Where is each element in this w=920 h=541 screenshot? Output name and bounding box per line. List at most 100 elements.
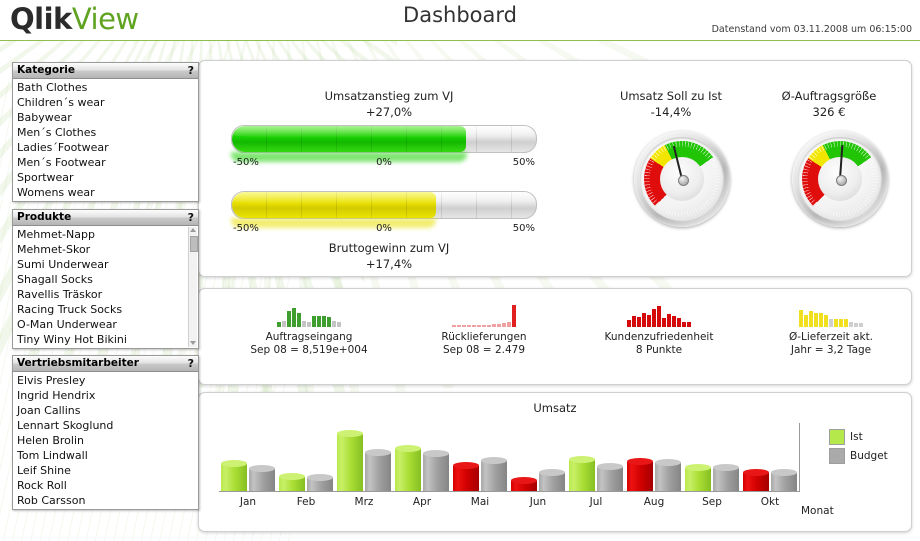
chart-bar-budget[interactable] [365,449,391,491]
list-item[interactable]: Mehmet-Skor [13,242,198,257]
help-icon[interactable]: ? [188,210,194,225]
auftragsgroesse-gauge[interactable] [792,131,888,227]
list-item[interactable]: Tiny Winy Hot Bikini [13,332,198,347]
chart-x-axis [219,491,799,492]
chart-bar-ist[interactable] [279,473,305,491]
bar-body [221,464,247,491]
chart-bar-budget[interactable] [481,457,507,491]
chart-bar-budget[interactable] [423,450,449,491]
scale-min-label: -50% [233,223,259,234]
list-item[interactable]: Children´s wear [13,95,198,110]
umsatz-soll-ist-gauge[interactable] [634,131,730,227]
list-item[interactable]: Helen Brolin [13,433,198,448]
legend-label: Ist [850,431,863,443]
list-item[interactable]: Men´s Clothes [13,125,198,140]
umsatzanstieg-bargauge[interactable]: -50% 0% 50% [231,125,537,170]
chart-bar-ist[interactable] [743,469,769,491]
list-item[interactable]: Men´s Footwear [13,155,198,170]
sparkline-block[interactable]: Auftragseingang Sep 08 = 8,519e+004 [229,301,389,357]
help-icon[interactable]: ? [188,63,194,78]
scroll-down-icon[interactable] [189,340,197,347]
list-item[interactable]: Racing Truck Socks [13,302,198,317]
sparkline-bar [824,315,828,327]
sparkline-bar [492,324,496,327]
list-item[interactable]: Babywear [13,110,198,125]
chart-bar-ist[interactable] [511,477,537,491]
sparkline-bar [327,317,331,327]
sparkline-subtitle: Sep 08 = 8,519e+004 [250,344,368,356]
legend-item[interactable]: Budget [829,448,888,464]
help-icon[interactable]: ? [188,356,194,371]
list-item[interactable]: Ingrid Hendrix [13,388,198,403]
list-item[interactable]: Rock Roll [13,478,198,493]
listbox-header-vertriebsmitarbeiter[interactable]: Vertriebsmitarbeiter? [13,356,198,372]
chart-bar-ist[interactable] [453,462,479,491]
list-item[interactable]: Ladies´Footwear [13,140,198,155]
list-item[interactable]: Mehmet-Napp [13,227,198,242]
sparkline-block[interactable]: Kundenzufriedenheit 8 Punkte [579,301,739,357]
chart-plot-area[interactable]: Jan Feb Mrz Apr Mai Jun Jul Aug Sep Okt [219,419,800,519]
list-item[interactable]: Elvis Presley [13,373,198,388]
sparkline-subtitle: Sep 08 = 2.479 [442,344,526,356]
sparkline-block[interactable]: Ø-Lieferzeit akt. Jahr = 3,2 Tage [751,301,911,357]
list-item[interactable]: Tom Lindwall [13,448,198,463]
listbox-scrollbar[interactable] [188,227,198,347]
chart-bar-budget[interactable] [249,465,275,491]
list-item[interactable]: Leif Shine [13,463,198,478]
scroll-up-icon[interactable] [189,227,197,234]
listbox-body: Elvis Presley Ingrid Hendrix Joan Callins L… [13,372,198,509]
chart-bar-budget[interactable] [597,463,623,491]
list-item[interactable]: Sportwear [13,170,198,185]
sparkline-bar [477,325,481,327]
chart-bar-budget[interactable] [771,469,797,491]
sparkline-block[interactable]: Rücklieferungen Sep 08 = 2.479 [404,301,564,357]
chart-bar-budget[interactable] [713,464,739,491]
list-item[interactable]: O-Man Underwear [13,317,198,332]
scrollbar-thumb[interactable] [190,236,198,252]
list-item[interactable]: Joan Callins [13,403,198,418]
list-item[interactable]: Ravellis Träskor [13,287,198,302]
list-item[interactable]: Shagall Socks [13,272,198,287]
bargauge-scale: -50% 0% 50% [231,157,537,170]
chart-xtick-feb: Feb [296,496,316,508]
list-item[interactable]: Rob Carsson [13,493,198,508]
list-item[interactable]: Sumi Underwear [13,257,198,272]
sparkline-bar [859,323,863,327]
bar-top-cap [511,477,537,484]
bar-top-cap [569,456,595,463]
chart-bar-ist[interactable] [221,460,247,491]
list-item[interactable]: Womens wear [13,185,198,200]
bar-top-cap [337,430,363,437]
sparkline-bar [497,324,501,327]
chart-bar-budget[interactable] [539,469,565,491]
sparkline-bar [487,325,491,327]
bar-body [395,449,421,491]
bruttogewinn-bargauge[interactable]: -50% 0% 50% [231,191,537,236]
list-item[interactable]: Bath Clothes [13,80,198,95]
chart-bar-budget[interactable] [307,474,333,491]
legend-item[interactable]: Ist [829,429,888,445]
sparkline-bar [502,323,506,327]
bar-body [249,469,275,491]
sparkline-bar [312,316,316,327]
chart-bar-ist[interactable] [395,445,421,491]
chart-bar-ist[interactable] [685,464,711,491]
listbox-body: Mehmet-Napp Mehmet-Skor Sumi Underwear Shag… [13,226,198,348]
chart-bar-ist[interactable] [337,430,363,491]
app-header: QlikView Dashboard Datenstand vom 03.11.… [0,0,920,41]
listbox-header-kategorie[interactable]: Kategorie? [13,63,198,79]
listbox-header-produkte[interactable]: Produkte? [13,210,198,226]
umsatzanstieg-value: +27,0% [365,105,413,119]
bar-top-cap [713,464,739,471]
umsatzanstieg-title: Umsatzanstieg zum VJ [324,89,454,103]
listbox-kategorie: Kategorie? Bath Clothes Children´s wear Bab… [12,62,199,202]
list-item[interactable]: Lennart Skoglund [13,418,198,433]
chart-bar-ist[interactable] [627,458,653,491]
sparkline-bar [652,309,656,327]
bar-body [627,462,653,491]
chart-xaxis-label: Monat [801,505,834,517]
chart-bar-budget[interactable] [655,459,681,491]
sparkline-bar [472,325,476,327]
sparkline-bar [809,311,813,327]
chart-bar-ist[interactable] [569,456,595,491]
